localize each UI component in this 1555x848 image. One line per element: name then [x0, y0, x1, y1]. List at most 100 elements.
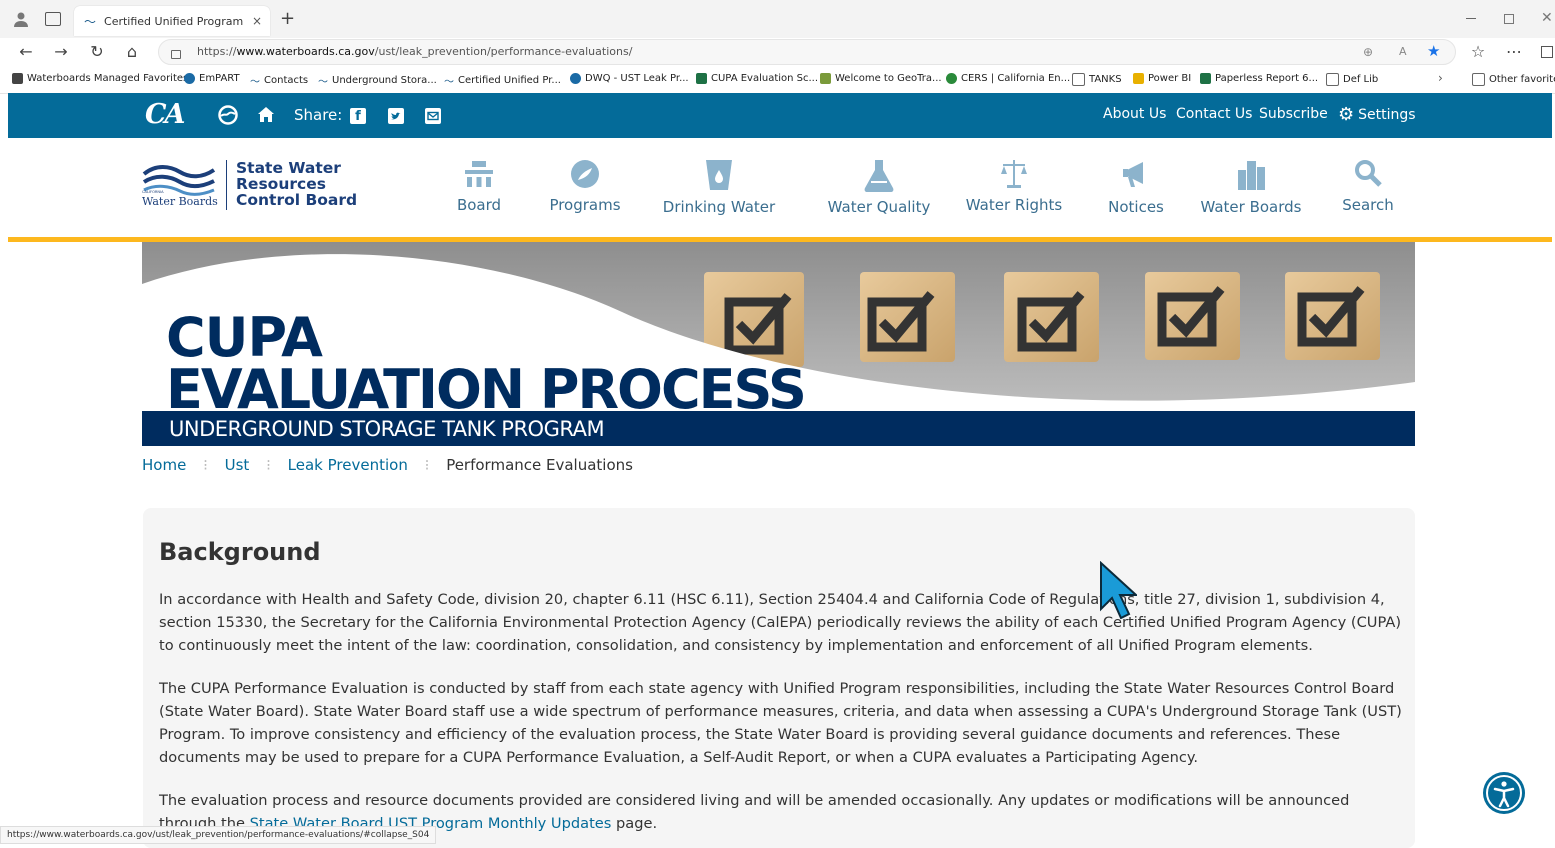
twitter-icon[interactable]	[388, 108, 404, 124]
url-path: /ust/leak_prevention/performance-evaluat…	[374, 45, 633, 58]
restore-icon[interactable]	[1504, 14, 1514, 24]
bookmark-item[interactable]: 〜 Contacts	[250, 73, 308, 88]
accessibility-icon	[1486, 775, 1522, 811]
board-icon	[465, 161, 493, 187]
nav-label: Drinking Water	[662, 198, 776, 216]
bookmark-folder-icon	[12, 73, 23, 84]
settings-button[interactable]: ⚙ Settings	[1338, 104, 1416, 125]
tab-close-icon[interactable]: ×	[252, 14, 262, 28]
bookmark-item[interactable]: DWQ - UST Leak Pr...	[570, 73, 689, 84]
more-icon[interactable]: ⋯	[1502, 42, 1526, 61]
home-icon[interactable]: ⌂	[120, 42, 144, 61]
bookmark-label: Power BI	[1148, 73, 1192, 84]
section-heading: Background	[159, 538, 321, 566]
home-icon[interactable]	[257, 106, 275, 127]
bookmark-item[interactable]: Def Lib	[1326, 73, 1378, 86]
banner-title-line2: EVALUATION PROCESS	[166, 358, 807, 421]
close-window-icon[interactable]: ✕	[1541, 10, 1553, 26]
nav-water-rights[interactable]: Water Rights	[944, 158, 1084, 214]
nav-drinking-water[interactable]: Drinking Water	[654, 158, 784, 216]
water-quality-icon	[864, 160, 894, 192]
bookmark-item[interactable]: EmPART	[184, 73, 240, 84]
bookmark-item[interactable]: Welcome to GeoTra...	[820, 73, 942, 84]
waterboards-swirl-icon[interactable]	[218, 105, 238, 129]
favorites-icon[interactable]: ☆	[1466, 42, 1490, 61]
contact-us-link[interactable]: Contact Us	[1176, 106, 1252, 122]
url-host: www.waterboards.ca.gov	[236, 45, 375, 58]
bookmark-label: CUPA Evaluation Sc...	[711, 73, 819, 84]
logo-water-boards: Water Boards	[142, 195, 218, 208]
bookmark-item[interactable]: Waterboards Managed Favorites	[12, 73, 188, 84]
refresh-icon[interactable]: ↻	[85, 42, 109, 61]
gear-icon: ⚙	[1338, 104, 1355, 125]
address-bar[interactable]: https://www.waterboards.ca.gov/ust/leak_…	[158, 39, 1456, 65]
bookmark-label: Waterboards Managed Favorites	[27, 73, 189, 84]
state-water-board-logo[interactable]: CALIFORNIA Water Boards State Water Reso…	[142, 160, 362, 210]
nav-water-boards[interactable]: Water Boards	[1186, 158, 1316, 216]
bookmark-item[interactable]: Paperless Report 6...	[1200, 73, 1318, 84]
profile-icon[interactable]	[13, 11, 29, 27]
back-icon[interactable]: ←	[14, 42, 38, 61]
bookmark-item[interactable]: CERS | California En...	[946, 73, 1070, 84]
favorite-star-icon[interactable]: ★	[1427, 39, 1440, 63]
new-tab-button[interactable]: +	[280, 8, 295, 29]
status-bar-url: https://www.waterboards.ca.gov/ust/leak_…	[0, 826, 437, 844]
site-utility-bar: CA Share: f About Us Contact Us Subscrib…	[8, 93, 1552, 138]
drinking-water-icon	[706, 160, 732, 190]
nav-notices[interactable]: Notices	[1071, 158, 1201, 216]
other-favorites-label: Other favorites	[1489, 74, 1555, 85]
email-icon[interactable]	[425, 108, 441, 124]
nav-label: Notices	[1108, 198, 1164, 216]
bookmark-item[interactable]: 〜 Certified Unified Pr...	[444, 73, 561, 88]
breadcrumb-home[interactable]: Home	[142, 456, 186, 474]
nav-programs[interactable]: Programs	[520, 158, 650, 214]
sidebar-icon[interactable]	[1541, 46, 1553, 58]
lock-icon	[171, 50, 181, 59]
bookmark-label: Contacts	[264, 75, 309, 86]
breadcrumb-current: Performance Evaluations	[446, 456, 633, 474]
site-header: CALIFORNIA Water Boards State Water Reso…	[8, 138, 1552, 238]
bookmark-item[interactable]: CUPA Evaluation Sc...	[696, 73, 818, 84]
notices-icon	[1123, 162, 1143, 187]
browser-tab-active[interactable]: 〜 Certified Unified Program Agency ×	[74, 6, 270, 36]
breadcrumb: Home ⁝ Ust ⁝ Leak Prevention ⁝ Performan…	[142, 456, 633, 474]
bookmark-label: TANKS	[1089, 74, 1122, 85]
bookmark-item[interactable]: TANKS	[1072, 73, 1122, 86]
bookmark-item[interactable]: 〜 Underground Stora...	[318, 73, 437, 88]
forward-icon[interactable]: →	[49, 42, 73, 61]
breadcrumb-ust[interactable]: Ust	[225, 456, 250, 474]
logo-line2: Resources	[236, 175, 326, 193]
read-aloud-icon[interactable]: A	[1399, 40, 1407, 64]
ca-gov-logo[interactable]: CA	[145, 99, 185, 130]
other-favorites[interactable]: Other favorites	[1472, 73, 1555, 86]
breadcrumb-leak-prevention[interactable]: Leak Prevention	[288, 456, 408, 474]
bookmark-label: Certified Unified Pr...	[458, 75, 561, 86]
about-us-link[interactable]: About Us	[1103, 106, 1166, 122]
bookmark-label: DWQ - UST Leak Pr...	[585, 73, 689, 84]
bookmark-favicon	[184, 73, 195, 84]
breadcrumb-separator: ⁝	[424, 456, 430, 474]
bookmark-label: EmPART	[199, 73, 240, 84]
bookmark-favicon: 〜	[444, 77, 454, 88]
folder-icon	[1072, 73, 1085, 86]
breadcrumb-separator: ⁝	[266, 456, 271, 474]
facebook-icon[interactable]: f	[350, 108, 366, 124]
banner-subtitle: UNDERGROUND STORAGE TANK PROGRAM	[169, 417, 605, 441]
folder-icon	[1326, 73, 1339, 86]
bookmarks-overflow-icon[interactable]: ›	[1438, 71, 1443, 85]
subscribe-link[interactable]: Subscribe	[1259, 106, 1328, 122]
zoom-icon[interactable]: ⊕	[1363, 40, 1373, 64]
tab-actions-icon[interactable]	[45, 12, 61, 26]
nav-label: Programs	[549, 196, 621, 214]
bookmark-item[interactable]: Power BI	[1133, 73, 1191, 84]
bookmark-favicon: 〜	[318, 77, 328, 88]
nav-water-quality[interactable]: Water Quality	[804, 158, 954, 216]
logo-line1: State Water	[236, 159, 341, 177]
water-boards-icon	[1238, 161, 1265, 190]
bookmark-favicon	[820, 73, 831, 84]
bookmark-label: CERS | California En...	[961, 73, 1071, 84]
cursor-arrow-icon	[1100, 560, 1139, 620]
minimize-icon[interactable]	[1466, 18, 1476, 19]
nav-search[interactable]: Search	[1303, 158, 1433, 214]
accessibility-button[interactable]	[1483, 772, 1525, 814]
